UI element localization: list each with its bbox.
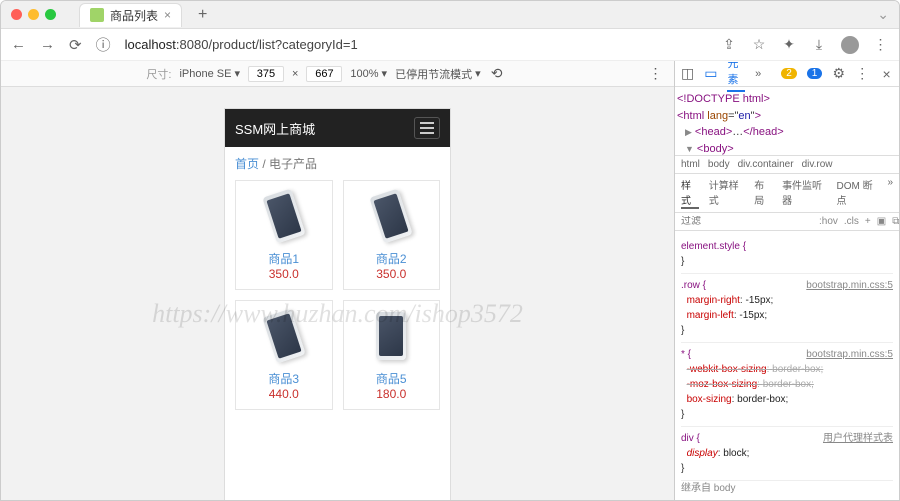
forward-button[interactable]: → [40, 36, 55, 53]
cls-toggle[interactable]: .cls [844, 216, 859, 227]
dt-menu-icon[interactable]: ⋮ [855, 66, 870, 82]
height-input[interactable] [306, 66, 342, 82]
maximize-window[interactable] [45, 9, 56, 20]
reload-button[interactable]: ⟳ [69, 36, 82, 54]
product-grid: 商品1350.0 商品2350.0 商品3440.0 商品5180.0 [225, 180, 450, 420]
share-icon[interactable]: ⇪ [721, 37, 737, 53]
devtools-panel: ◫ ▭ 元素 » 2 1 ⚙ ⋮ × <!DOCTYPE html> <html… [675, 61, 899, 500]
styles-filter[interactable] [681, 216, 813, 227]
zoom-select[interactable]: 100% ▾ [350, 67, 387, 80]
throttle-select[interactable]: 已停用节流模式 ▾ [395, 66, 481, 82]
width-input[interactable] [248, 66, 284, 82]
dom-tree[interactable]: <!DOCTYPE html> <html lang="en"> ▶<head>… [675, 87, 899, 155]
product-image [262, 309, 305, 364]
address-bar: ← → ⟳ ⓘ localhost:8080/product/list?cate… [1, 29, 899, 61]
styles-tabs[interactable]: 样式计算样式布局事件监听器DOM 断点» [675, 174, 899, 213]
breadcrumb-home[interactable]: 首页 [235, 157, 259, 171]
favicon [90, 8, 104, 22]
rotate-icon[interactable]: ⟲ [489, 66, 505, 82]
site-navbar: SSM网上商城 [225, 109, 450, 147]
add-rule-icon[interactable]: + [865, 216, 871, 227]
product-card[interactable]: 商品1350.0 [235, 180, 333, 290]
url-field[interactable]: localhost:8080/product/list?categoryId=1 [125, 37, 707, 52]
warn-badge[interactable]: 2 [781, 68, 797, 79]
profile-avatar[interactable] [841, 36, 859, 54]
minimize-window[interactable] [28, 9, 39, 20]
product-image [370, 189, 413, 244]
hov-toggle[interactable]: :hov [819, 216, 838, 227]
window-titlebar: 商品列表 × + ⌄ [1, 1, 899, 29]
dom-breadcrumbs[interactable]: htmlbodydiv.containerdiv.row [675, 155, 899, 174]
device-toolbar: 尺寸: iPhone SE ▾ × 100% ▾ 已停用节流模式 ▾ ⟲ ⋮ [1, 61, 674, 87]
tabs-chevron-icon[interactable]: ⌄ [877, 6, 889, 23]
kebab-menu-icon[interactable]: ⋮ [873, 37, 889, 53]
tab-title: 商品列表 [110, 7, 158, 24]
breadcrumb: 首页 / 电子产品 [225, 147, 450, 180]
product-image [376, 312, 406, 360]
brand-label: SSM网上商城 [235, 119, 315, 138]
downloads-icon[interactable]: ⤓ [811, 37, 827, 53]
tab-more[interactable]: » [755, 68, 761, 80]
back-button[interactable]: ← [11, 36, 26, 53]
device-menu-icon[interactable]: ⋮ [648, 66, 664, 82]
close-devtools-icon[interactable]: × [880, 66, 893, 82]
device-select[interactable]: iPhone SE ▾ [179, 67, 240, 80]
settings-icon[interactable]: ⚙ [832, 66, 845, 82]
site-info-icon[interactable]: ⓘ [96, 34, 111, 55]
close-tab-icon[interactable]: × [164, 8, 171, 22]
product-image [262, 189, 305, 244]
device-frame: SSM网上商城 首页 / 电子产品 商品1350.0 商品2350.0 商品34… [225, 109, 450, 500]
product-card[interactable]: 商品3440.0 [235, 300, 333, 410]
close-window[interactable] [11, 9, 22, 20]
new-tab-button[interactable]: + [198, 6, 207, 24]
hamburger-icon[interactable] [414, 117, 440, 139]
traffic-lights [11, 9, 56, 20]
bookmark-icon[interactable]: ☆ [751, 37, 767, 53]
inspect-icon[interactable]: ◫ [681, 66, 694, 82]
device-mode-icon[interactable]: ▭ [704, 66, 717, 82]
box-model-icon[interactable]: ▣ [877, 216, 886, 227]
extensions-icon[interactable]: ✦ [781, 37, 797, 53]
breadcrumb-cat: 电子产品 [269, 157, 317, 171]
product-card[interactable]: 商品5180.0 [343, 300, 441, 410]
browser-tab[interactable]: 商品列表 × [79, 3, 182, 27]
computed-icon[interactable]: ⧉ [892, 216, 899, 227]
styles-pane[interactable]: element.style {} bootstrap.min.css:5.row… [675, 231, 899, 500]
product-card[interactable]: 商品2350.0 [343, 180, 441, 290]
info-badge[interactable]: 1 [807, 68, 823, 79]
